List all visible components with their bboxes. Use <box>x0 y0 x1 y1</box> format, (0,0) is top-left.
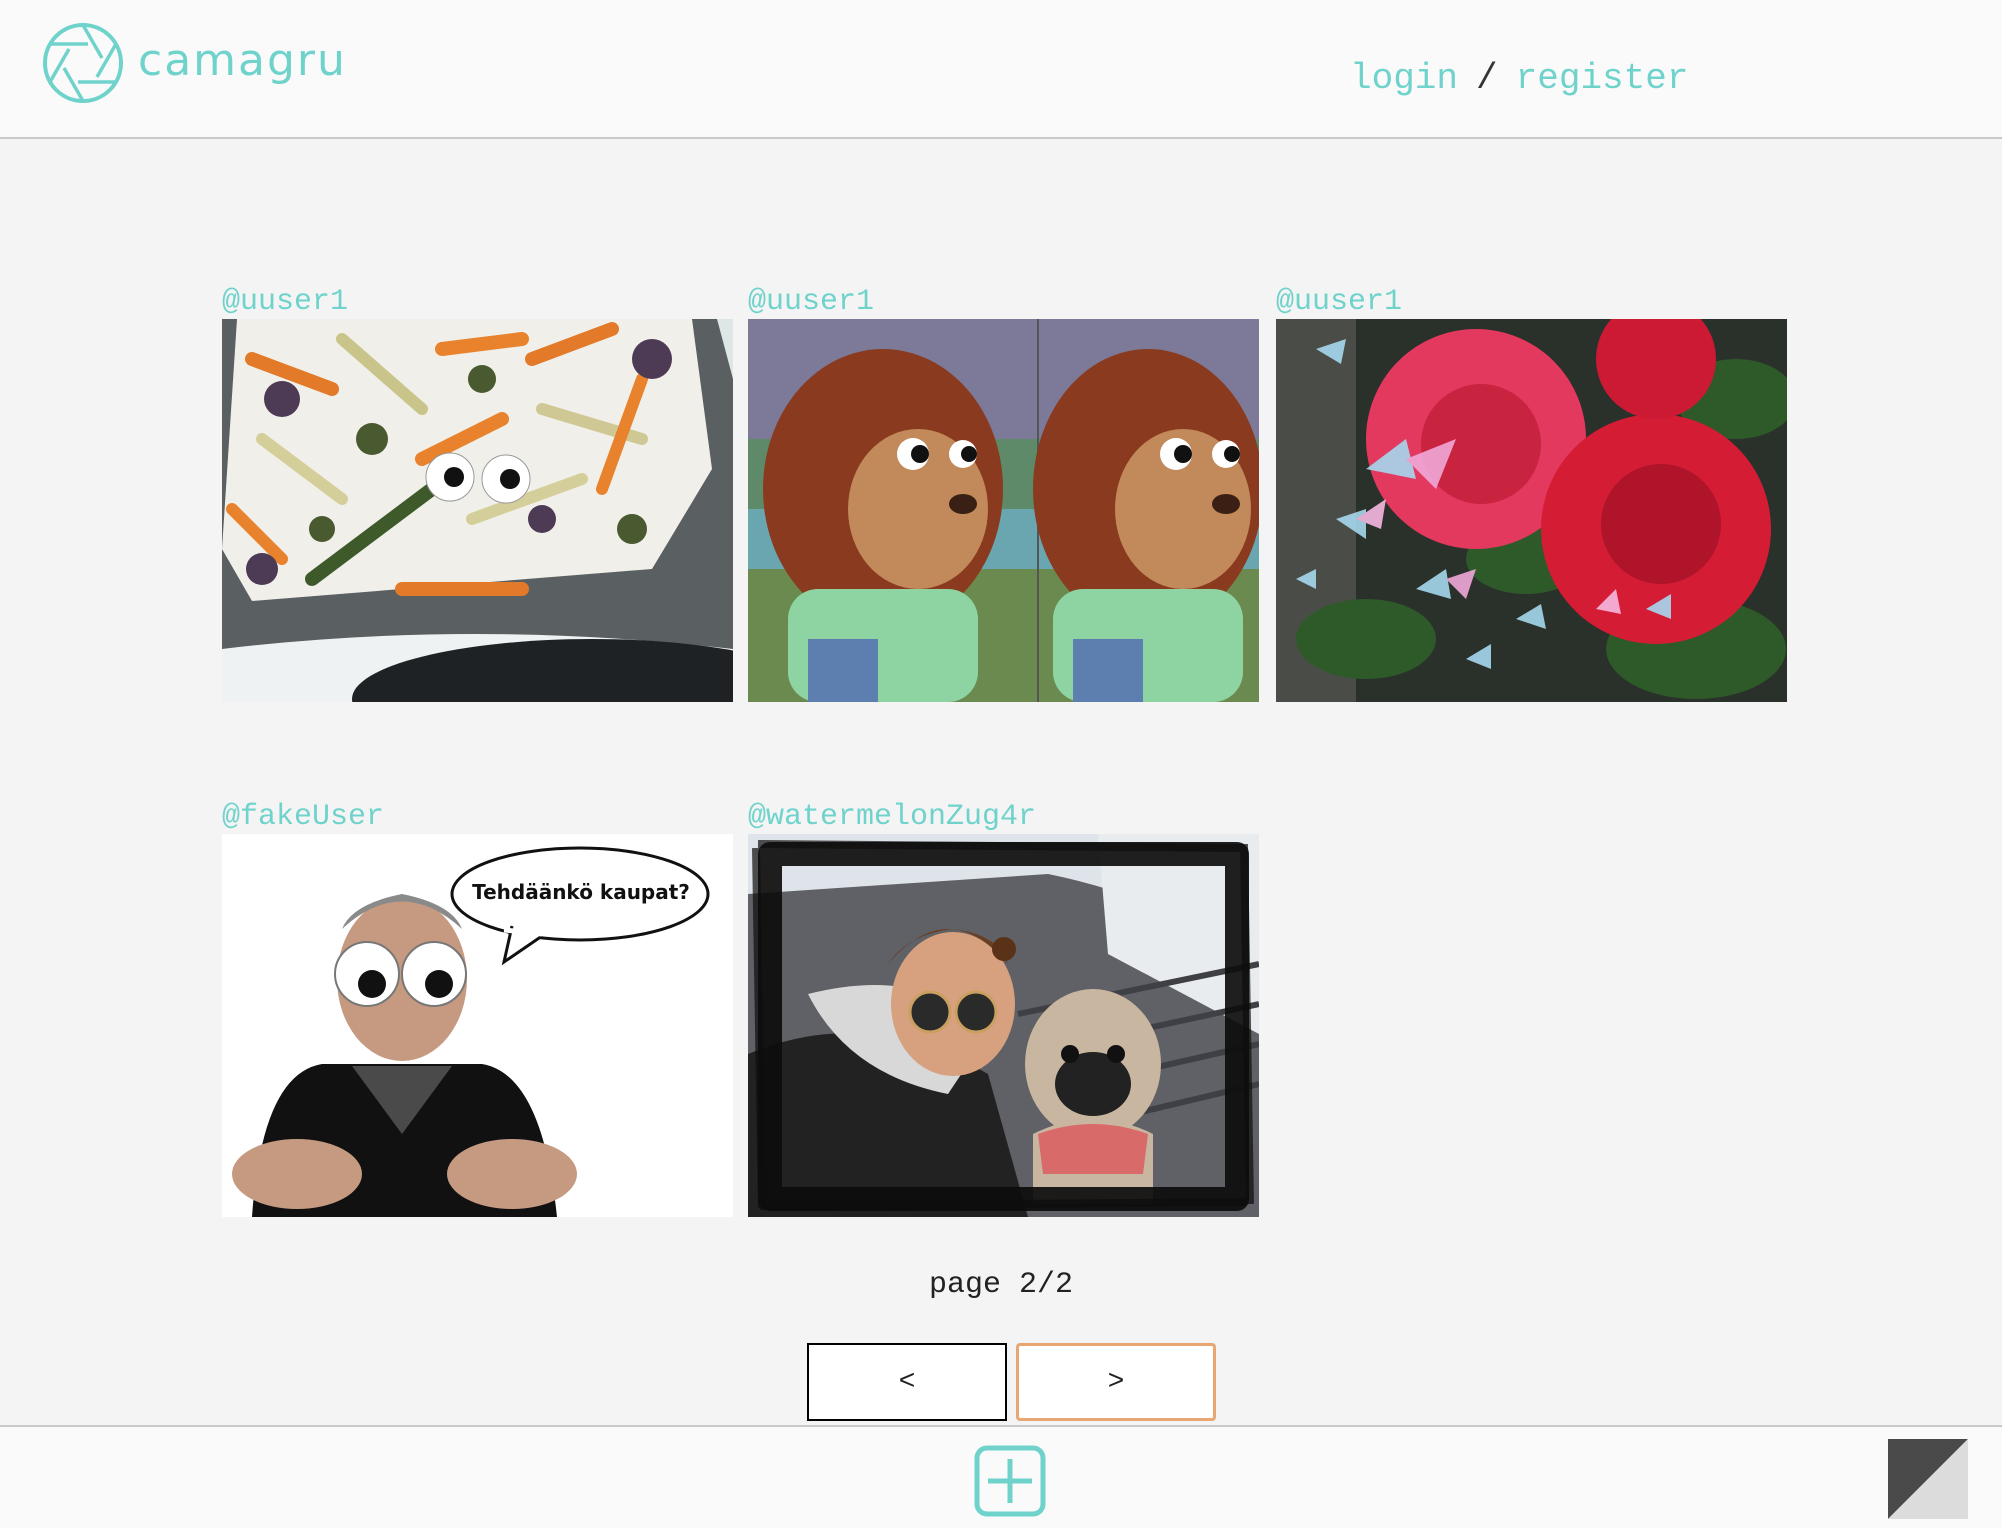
page-indicator: page 2/2 <box>928 1268 1074 1302</box>
post-username[interactable]: @fakeUser <box>222 800 733 834</box>
post-image-monkey-puppet[interactable] <box>748 319 1259 702</box>
auth-links: login / register <box>1350 58 1688 99</box>
login-link[interactable]: login <box>1350 58 1458 99</box>
register-link[interactable]: register <box>1516 58 1689 99</box>
post-username[interactable]: @watermelonZug4r <box>748 800 1259 834</box>
app-name: camagru <box>138 34 347 86</box>
auth-separator: / <box>1476 58 1498 99</box>
post-image-speech-bubble[interactable]: Tehdäänkö kaupat? <box>222 834 733 1217</box>
post-username[interactable]: @uuser1 <box>748 285 1259 319</box>
post-image-pug-selfie[interactable] <box>748 834 1259 1217</box>
post-image-roses[interactable] <box>1276 319 1787 702</box>
post-card[interactable]: @uuser1 <box>222 285 733 702</box>
camera-aperture-icon <box>43 23 123 103</box>
post-card[interactable]: @uuser1 <box>748 285 1259 702</box>
header: camagru login / register <box>0 0 2002 139</box>
post-username[interactable]: @uuser1 <box>222 285 733 319</box>
footer <box>0 1425 2002 1528</box>
theme-toggle-icon[interactable] <box>1888 1439 1968 1519</box>
previous-page-button[interactable]: < <box>807 1343 1007 1421</box>
post-username[interactable]: @uuser1 <box>1276 285 1787 319</box>
post-card[interactable]: @uuser1 <box>1276 285 1787 702</box>
post-image-vegetables[interactable] <box>222 319 733 702</box>
plus-square-icon[interactable] <box>974 1445 1046 1517</box>
next-page-button[interactable]: > <box>1016 1343 1216 1421</box>
post-card[interactable]: @watermelonZug4r <box>748 800 1259 1217</box>
logo[interactable]: camagru <box>42 22 347 104</box>
speech-bubble-text: Tehdäänkö kaupat? <box>472 880 690 904</box>
post-card[interactable]: @fakeUser Tehdäänkö kaupat? <box>222 800 733 1217</box>
